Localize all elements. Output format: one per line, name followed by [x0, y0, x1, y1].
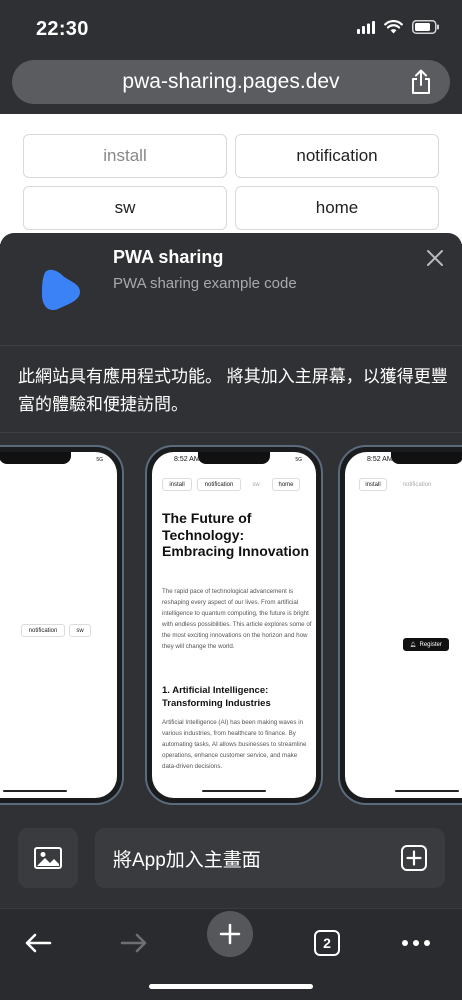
- screenshot-left: 5G notification sw: [0, 445, 124, 805]
- screenshot-screen: 8:52 AM install notification 🔔︎ Register: [345, 452, 462, 798]
- home-button[interactable]: home: [235, 186, 439, 230]
- home-indicator: [149, 984, 313, 989]
- install-message: 此網站具有應用程式功能。 將其加入主屏幕，以獲得更豐富的體驗和便捷訪問。: [18, 367, 448, 414]
- close-icon[interactable]: [424, 247, 446, 269]
- wifi-icon: [384, 20, 403, 34]
- cellular-signal-icon: [357, 20, 375, 34]
- tab-count-badge: 2: [314, 930, 340, 956]
- more-menu-button[interactable]: [392, 919, 440, 967]
- bell-icon: 🔔︎: [410, 641, 417, 648]
- forward-button[interactable]: [110, 919, 158, 967]
- more-dots-icon: [402, 940, 430, 946]
- phone-home-indicator: [395, 790, 459, 792]
- tabs-button[interactable]: 2: [303, 919, 351, 967]
- mini-home-button: home: [272, 478, 300, 491]
- web-page: install notification sw home: [0, 114, 462, 244]
- add-to-home-button[interactable]: 將App加入主畫面: [95, 828, 445, 888]
- sheet-actions: 將App加入主畫面: [0, 828, 462, 890]
- battery-icon: [412, 20, 439, 34]
- phone-notch: [391, 452, 462, 464]
- phone-home-indicator: [3, 790, 67, 792]
- new-tab-button[interactable]: [207, 911, 253, 957]
- address-bar[interactable]: pwa-sharing.pages.dev: [12, 60, 450, 104]
- notification-button[interactable]: notification: [235, 134, 439, 178]
- article-section-text: Artificial Intelligence (AI) has been ma…: [162, 719, 307, 770]
- status-bar: 22:30: [0, 0, 462, 58]
- url-text: pwa-sharing.pages.dev: [122, 70, 340, 93]
- mini-register-label: Register: [419, 641, 442, 648]
- sw-button[interactable]: sw: [23, 186, 227, 230]
- screenshot-right: 8:52 AM install notification 🔔︎ Register: [338, 445, 462, 805]
- back-arrow-icon: [25, 933, 52, 953]
- signal-label: 5G: [96, 457, 103, 463]
- share-icon[interactable]: [410, 69, 432, 95]
- phone-time: 8:52 AM: [174, 456, 200, 463]
- screenshots-carousel[interactable]: 5G notification sw 8:52 AM 5G install no…: [0, 433, 462, 808]
- app-name: PWA sharing: [113, 247, 224, 267]
- image-icon: [34, 847, 62, 869]
- app-description: PWA sharing example code: [113, 275, 297, 292]
- add-square-icon: [401, 845, 427, 871]
- mini-install-button: install: [359, 478, 387, 491]
- mini-notification-button: notification: [21, 624, 65, 637]
- app-icon: [42, 269, 80, 311]
- mini-notification-button: notification: [197, 478, 241, 491]
- screenshot-screen: 8:52 AM 5G install notification sw home …: [152, 452, 316, 798]
- install-button[interactable]: install: [23, 134, 227, 178]
- install-sheet: PWA sharing PWA sharing example code 此網站…: [0, 233, 462, 1000]
- phone-time: 8:52 AM: [367, 456, 393, 463]
- mini-register-button: 🔔︎ Register: [403, 638, 449, 651]
- add-to-home-label: 將App加入主畫面: [113, 849, 261, 871]
- mini-install-button: install: [162, 478, 192, 491]
- status-icons: [357, 20, 440, 34]
- phone-notch: [0, 452, 71, 464]
- image-button[interactable]: [18, 828, 78, 888]
- mini-sw-button: sw: [246, 478, 266, 491]
- mini-notification-button: notification: [395, 478, 439, 491]
- article-section-title: 1. Artificial Intelligence: Transforming…: [162, 685, 271, 709]
- forward-arrow-icon: [120, 933, 147, 953]
- status-time: 22:30: [36, 18, 89, 40]
- plus-icon: [219, 923, 241, 945]
- divider: [0, 345, 462, 346]
- phone-notch: [198, 452, 270, 464]
- screenshot-screen: 5G notification sw: [0, 452, 117, 798]
- screenshot-center: 8:52 AM 5G install notification sw home …: [145, 445, 323, 805]
- back-button[interactable]: [14, 919, 62, 967]
- article-intro: The rapid pace of technological advancem…: [162, 588, 312, 650]
- article-title: The Future of Technology: Embracing Inno…: [162, 510, 310, 559]
- mini-sw-button: sw: [69, 624, 91, 637]
- signal-label: 5G: [295, 457, 302, 463]
- address-bar-container: pwa-sharing.pages.dev: [0, 58, 462, 114]
- phone-home-indicator: [202, 790, 266, 792]
